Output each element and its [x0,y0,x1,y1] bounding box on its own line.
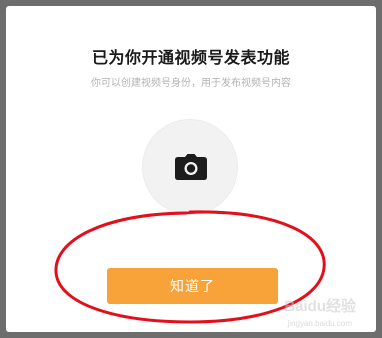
avatar-placeholder[interactable] [142,119,238,215]
got-it-button[interactable]: 知道了 [107,268,278,304]
dialog-subtitle: 你可以创建视频号身份，用于发布视频号内容 [91,78,291,89]
video-channel-dialog: 已为你开通视频号发表功能 你可以创建视频号身份，用于发布视频号内容 知道了 [6,6,376,332]
dialog-title: 已为你开通视频号发表功能 [91,48,290,67]
camera-icon [175,154,207,180]
